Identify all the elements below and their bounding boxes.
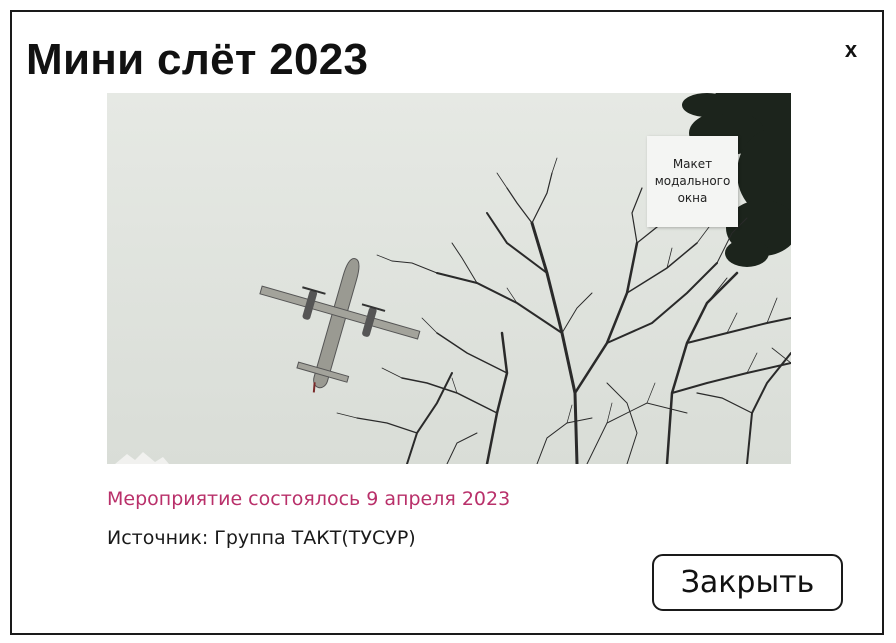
source-text: Источник: Группа ТАКТ(ТУСУР) (107, 527, 416, 549)
close-button[interactable]: Закрыть (652, 554, 843, 611)
modal-title: Мини слёт 2023 (26, 35, 369, 84)
event-date-text: Мероприятие состоялось 9 апреля 2023 (107, 488, 511, 510)
close-icon[interactable]: x (840, 37, 862, 63)
mockup-note: Макет модального окна (647, 136, 738, 227)
mockup-note-text: Макет модального окна (654, 157, 731, 205)
modal-window: Мини слёт 2023 x Макет модального окна М… (10, 10, 884, 635)
event-photo: Макет модального окна (107, 93, 791, 464)
